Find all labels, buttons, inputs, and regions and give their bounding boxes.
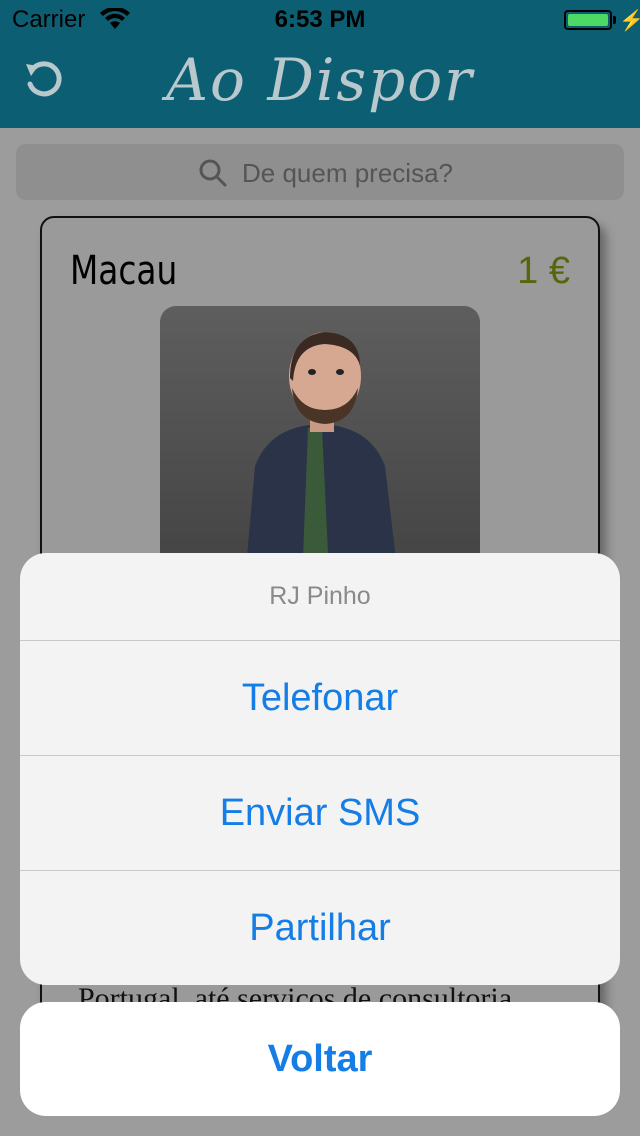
app-title: Ao Dispor: [166, 46, 474, 114]
clock: 6:53 PM: [274, 6, 366, 33]
action-sheet: RJ Pinho Telefonar Enviar SMS Partilhar: [20, 553, 620, 985]
status-bar: Carrier 6:53 PM ⚡: [0, 0, 640, 40]
back-button[interactable]: Voltar: [20, 1002, 620, 1116]
battery-icon: [564, 10, 612, 30]
send-sms-button[interactable]: Enviar SMS: [20, 756, 620, 871]
card-price: 1 €: [517, 250, 570, 292]
call-button[interactable]: Telefonar: [20, 641, 620, 756]
card-title: Macau: [70, 248, 178, 294]
battery-tip: [613, 16, 616, 24]
search-input[interactable]: De quem precisa?: [242, 158, 453, 189]
navigation-bar: Carrier 6:53 PM ⚡ Ao Dispor: [0, 0, 640, 128]
share-button[interactable]: Partilhar: [20, 871, 620, 985]
search-icon: [199, 159, 227, 187]
search-bar[interactable]: De quem precisa?: [16, 144, 624, 200]
action-sheet-title: RJ Pinho: [20, 553, 620, 641]
charging-icon: ⚡: [619, 10, 640, 32]
